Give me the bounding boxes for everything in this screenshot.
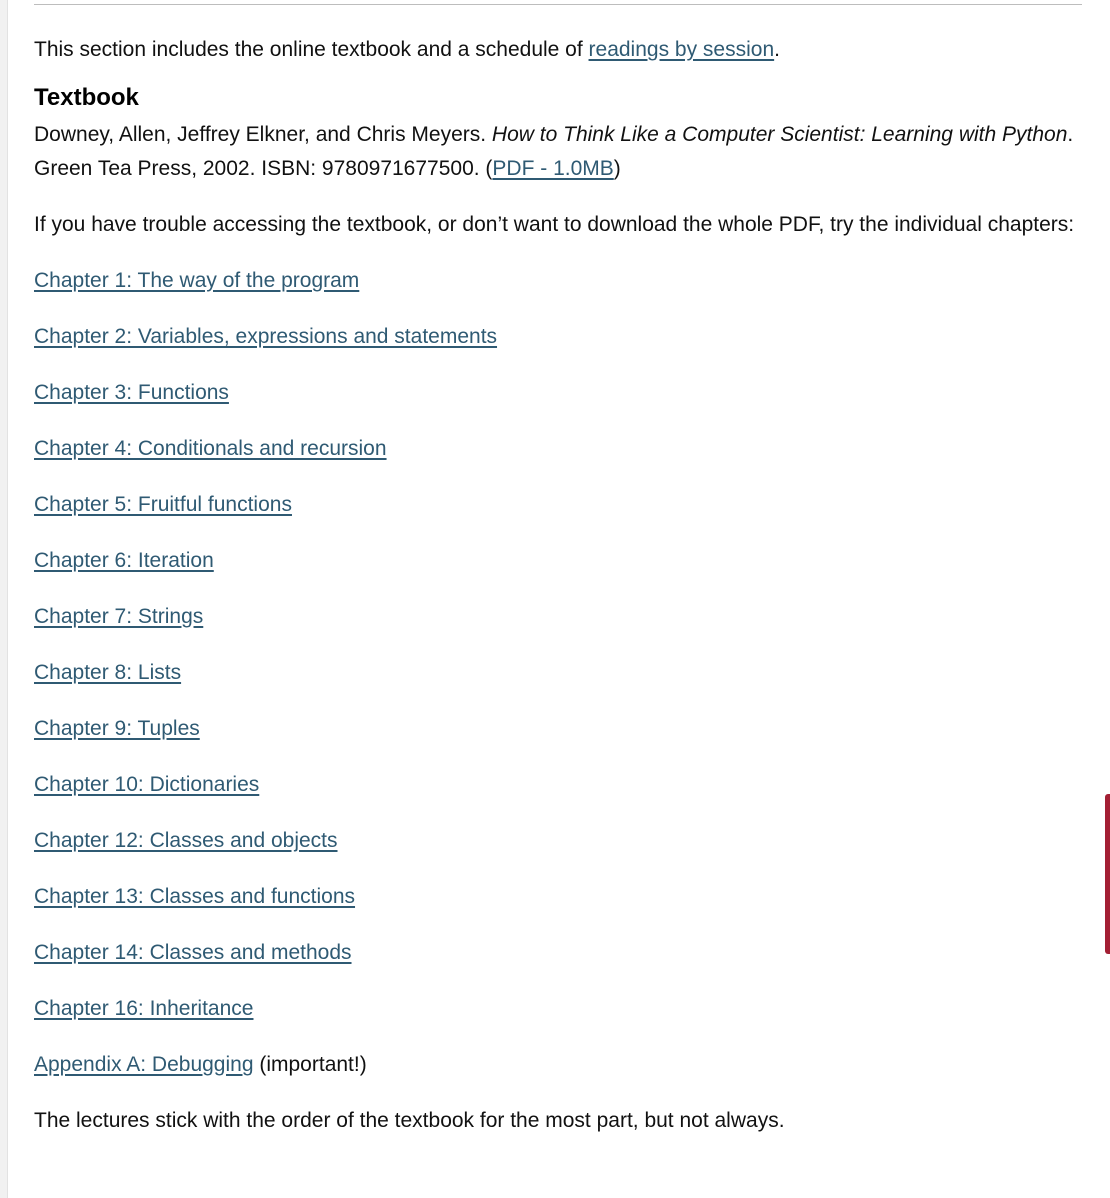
chapter-link[interactable]: Chapter 1: The way of the program	[34, 269, 359, 292]
chapter-link[interactable]: Chapter 12: Classes and objects	[34, 829, 338, 852]
list-item: Appendix A: Debugging (important!)	[34, 1048, 1082, 1104]
list-item: Chapter 10: Dictionaries	[34, 768, 1082, 824]
appendix-link[interactable]: Appendix A: Debugging	[34, 1053, 254, 1076]
left-border	[0, 0, 8, 1198]
chapter-link[interactable]: Chapter 2: Variables, expressions and st…	[34, 325, 497, 348]
list-item: Chapter 12: Classes and objects	[34, 824, 1082, 880]
top-divider	[34, 4, 1082, 5]
citation-title: How to Think Like a Computer Scientist: …	[491, 123, 1068, 146]
readings-by-session-link[interactable]: readings by session	[589, 38, 775, 61]
list-item: Chapter 4: Conditionals and recursion	[34, 432, 1082, 488]
list-item: Chapter 6: Iteration	[34, 544, 1082, 600]
intro-text: This section includes the online textboo…	[34, 38, 589, 61]
chapter-link[interactable]: Chapter 7: Strings	[34, 605, 203, 628]
chapter-link[interactable]: Chapter 3: Functions	[34, 381, 229, 404]
list-item: Chapter 3: Functions	[34, 376, 1082, 432]
intro-paragraph: This section includes the online textboo…	[34, 33, 1082, 67]
chapter-link[interactable]: Chapter 14: Classes and methods	[34, 941, 352, 964]
chapter-link[interactable]: Chapter 8: Lists	[34, 661, 181, 684]
chapter-link[interactable]: Chapter 9: Tuples	[34, 717, 200, 740]
intro-text-end: .	[774, 38, 780, 61]
side-feedback-tab[interactable]	[1105, 794, 1110, 954]
textbook-heading: Textbook	[34, 84, 139, 111]
list-item: Chapter 2: Variables, expressions and st…	[34, 320, 1082, 376]
list-item: Chapter 8: Lists	[34, 656, 1082, 712]
list-item: Chapter 16: Inheritance	[34, 992, 1082, 1048]
chapter-link[interactable]: Chapter 5: Fruitful functions	[34, 493, 292, 516]
list-item: Chapter 14: Classes and methods	[34, 936, 1082, 992]
list-item: Chapter 9: Tuples	[34, 712, 1082, 768]
list-item: Chapter 13: Classes and functions	[34, 880, 1082, 936]
chapter-link[interactable]: Chapter 16: Inheritance	[34, 997, 253, 1020]
textbook-citation: Downey, Allen, Jeffrey Elkner, and Chris…	[34, 118, 1082, 186]
appendix-note: (important!)	[253, 1053, 367, 1076]
list-item: Chapter 7: Strings	[34, 600, 1082, 656]
citation-authors: Downey, Allen, Jeffrey Elkner, and Chris…	[34, 123, 492, 146]
list-item: Chapter 1: The way of the program	[34, 264, 1082, 320]
chapter-list: Chapter 1: The way of the program Chapte…	[34, 264, 1082, 1104]
course-readings-page: This section includes the online textboo…	[0, 0, 1110, 1198]
textbook-pdf-link[interactable]: PDF - 1.0MB	[492, 157, 613, 180]
citation-closing: )	[613, 157, 621, 180]
chapter-link[interactable]: Chapter 6: Iteration	[34, 549, 214, 572]
chapter-link[interactable]: Chapter 13: Classes and functions	[34, 885, 355, 908]
trouble-paragraph: If you have trouble accessing the textbo…	[34, 213, 1075, 236]
list-item: Chapter 5: Fruitful functions	[34, 488, 1082, 544]
chapter-link[interactable]: Chapter 10: Dictionaries	[34, 773, 259, 796]
chapter-link[interactable]: Chapter 4: Conditionals and recursion	[34, 437, 387, 460]
closing-paragraph: The lectures stick with the order of the…	[34, 1109, 785, 1132]
main-content: This section includes the online textboo…	[34, 33, 1082, 1138]
